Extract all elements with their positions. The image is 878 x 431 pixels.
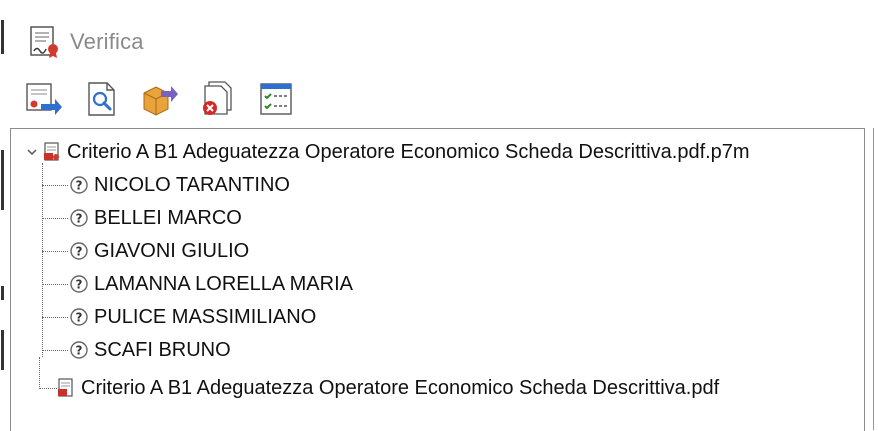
signer-name: SCAFI BRUNO [94, 338, 231, 361]
svg-text:?: ? [76, 179, 83, 193]
tree-line [42, 163, 43, 357]
unknown-status-icon: ? [70, 176, 88, 194]
svg-text:?: ? [76, 311, 83, 325]
unknown-status-icon: ? [70, 275, 88, 293]
magnifier-document-icon [88, 82, 115, 116]
page-title: Verifica [70, 29, 144, 54]
details-button[interactable] [256, 80, 296, 118]
unknown-status-icon: ? [70, 209, 88, 227]
signed-pdf-icon [44, 142, 59, 161]
chevron-down-icon[interactable] [25, 145, 39, 159]
tree-signer-node[interactable]: ? LAMANNA LORELLA MARIA [68, 269, 353, 299]
tree-line [42, 317, 68, 318]
tree-line [42, 218, 68, 219]
svg-text:?: ? [76, 212, 83, 226]
view-document-button[interactable] [82, 80, 122, 118]
panel-divider [873, 128, 874, 430]
remove-button[interactable] [198, 80, 238, 118]
document-delete-icon [203, 81, 232, 115]
tree-line [42, 251, 68, 252]
signer-name: LAMANNA LORELLA MARIA [94, 272, 353, 295]
unknown-status-icon: ? [70, 308, 88, 326]
toolbar [24, 79, 296, 119]
tree-line [39, 357, 40, 389]
document-file-label: Criterio A B1 Adeguatezza Operatore Econ… [81, 376, 720, 399]
signer-name: PULICE MASSIMILIANO [94, 305, 317, 328]
checklist-icon [260, 83, 292, 115]
svg-text:?: ? [76, 245, 83, 259]
tree-signer-node[interactable]: ? NICOLO TARANTINO [68, 170, 290, 200]
tree-document-node[interactable]: Criterio A B1 Adeguatezza Operatore Econ… [57, 373, 719, 403]
tree-line [42, 350, 68, 351]
signer-name: BELLEI MARCO [94, 206, 242, 229]
signer-name: NICOLO TARANTINO [94, 173, 290, 196]
signer-name: GIAVONI GIULIO [94, 239, 250, 262]
box-arrow-icon [143, 86, 178, 116]
unknown-status-icon: ? [70, 242, 88, 260]
tree-signer-node[interactable]: ? PULICE MASSIMILIANO [68, 302, 316, 332]
svg-text:?: ? [76, 344, 83, 358]
pdf-document-icon [58, 378, 73, 397]
signed-document-icon [30, 26, 58, 58]
window-header: Verifica [26, 24, 144, 60]
tree-line [42, 284, 68, 285]
scan-edge [0, 0, 6, 430]
tree-signer-node[interactable]: ? BELLEI MARCO [68, 203, 242, 233]
tree-root-node[interactable]: Criterio A B1 Adeguatezza Operatore Econ… [25, 137, 750, 167]
certificate-arrow-icon [26, 83, 62, 115]
root-file-label: Criterio A B1 Adeguatezza Operatore Econ… [67, 140, 750, 163]
tree-line [42, 185, 68, 186]
tree-signer-node[interactable]: ? GIAVONI GIULIO [68, 236, 249, 266]
tree-signer-node[interactable]: ? SCAFI BRUNO [68, 335, 231, 365]
signature-tree: Criterio A B1 Adeguatezza Operatore Econ… [10, 128, 865, 431]
svg-text:?: ? [76, 278, 83, 292]
tree-line [39, 388, 57, 389]
extract-button[interactable] [140, 80, 180, 118]
verify-signature-button[interactable] [24, 80, 64, 118]
unknown-status-icon: ? [70, 341, 88, 359]
